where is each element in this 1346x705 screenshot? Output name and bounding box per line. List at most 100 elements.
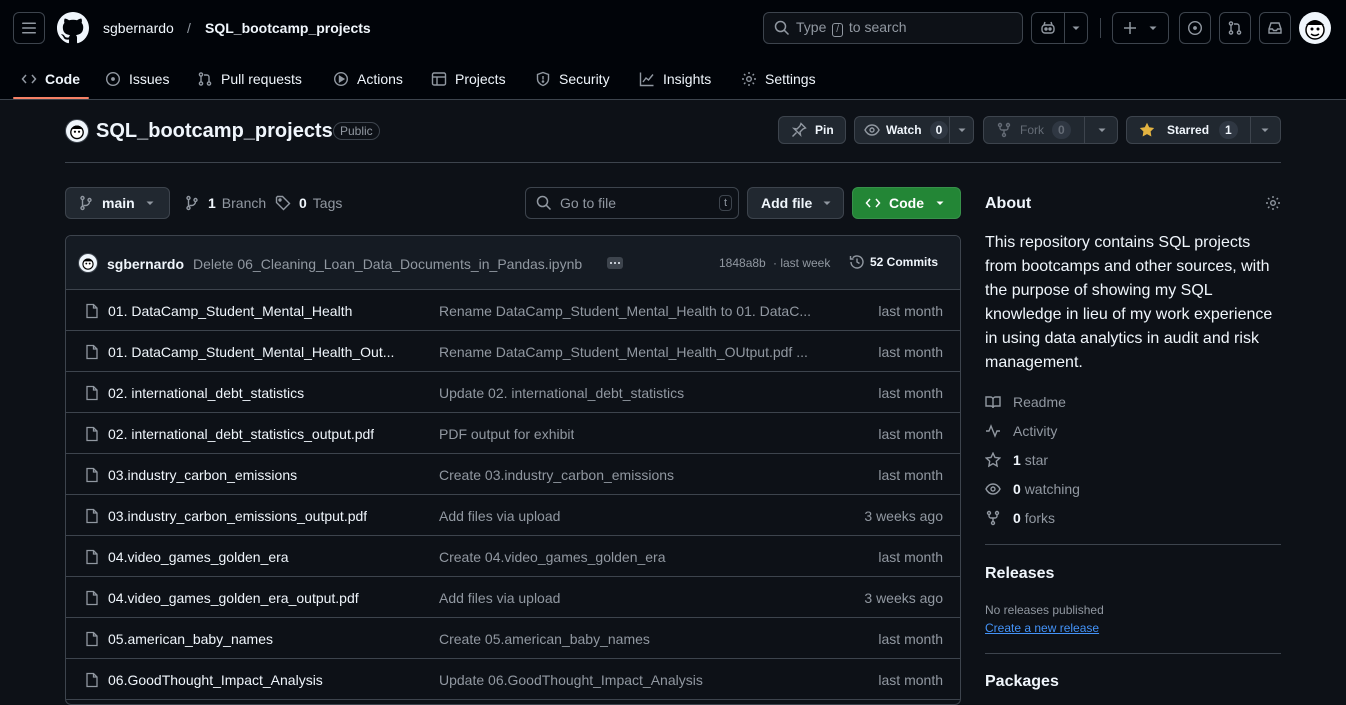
file-name[interactable]: 02. international_debt_statistics — [108, 384, 304, 402]
table-row[interactable]: 05.american_baby_names Create 05.america… — [66, 618, 960, 659]
go-to-file-input[interactable]: Go to file t — [525, 187, 739, 219]
tab-security[interactable]: Security — [535, 58, 610, 100]
commits-link[interactable]: 52 Commits — [849, 254, 938, 270]
table-row[interactable]: 03.industry_carbon_emissions Create 03.i… — [66, 454, 960, 495]
table-row[interactable]: 01. DataCamp_Student_Mental_Health Renam… — [66, 290, 960, 331]
tags-count: 0 — [299, 195, 307, 211]
table-row[interactable]: 02. international_debt_statistics Update… — [66, 372, 960, 413]
commit-expand-button[interactable] — [607, 257, 623, 269]
tab-issues[interactable]: Issues — [105, 58, 169, 100]
file-commit-message[interactable]: Create 04.video_games_golden_era — [439, 548, 666, 566]
file-name[interactable]: 01. DataCamp_Student_Mental_Health_Out..… — [108, 343, 394, 361]
create-new-button[interactable] — [1112, 12, 1169, 44]
file-name[interactable]: 04.video_games_golden_era — [108, 548, 289, 566]
fork-label: Fork — [1020, 123, 1044, 137]
copilot-button[interactable] — [1031, 12, 1088, 44]
tab-settings[interactable]: Settings — [741, 58, 816, 100]
code-button[interactable]: Code — [852, 187, 961, 219]
file-commit-message[interactable]: Add files via upload — [439, 589, 560, 607]
branch-icon — [186, 195, 198, 211]
file-commit-message[interactable]: Update 02. international_debt_statistics — [439, 384, 684, 402]
graph-icon — [639, 72, 654, 87]
table-row[interactable]: 02. international_debt_statistics_output… — [66, 413, 960, 454]
chevron-down-icon[interactable] — [956, 124, 968, 136]
table-row[interactable]: 04.video_games_golden_era_output.pdf Add… — [66, 577, 960, 618]
releases-title[interactable]: Releases — [985, 564, 1054, 584]
tags-link[interactable]: 0 Tags — [275, 195, 342, 211]
fork-button[interactable]: Fork 0 — [983, 116, 1118, 144]
packages-title[interactable]: Packages — [985, 672, 1059, 692]
search-icon — [536, 195, 552, 211]
commit-sha[interactable]: 1848a8b — [719, 255, 766, 271]
table-icon — [431, 72, 447, 86]
file-commit-message[interactable]: Rename DataCamp_Student_Mental_Health_OU… — [439, 343, 808, 361]
tab-code[interactable]: Code — [21, 58, 80, 100]
pull-requests-button[interactable] — [1219, 12, 1251, 44]
watchers-link[interactable]: 0 watching — [985, 479, 1080, 499]
user-avatar[interactable] — [1299, 12, 1331, 44]
file-name[interactable]: 01. DataCamp_Student_Mental_Health — [108, 302, 352, 320]
pin-button[interactable]: Pin — [778, 116, 846, 144]
starred-button[interactable]: Starred 1 — [1126, 116, 1281, 144]
file-icon — [86, 426, 98, 442]
file-icon — [86, 631, 98, 647]
table-row[interactable]: 06.GoodThought_Impact_Analysis Update 06… — [66, 659, 960, 700]
issues-button[interactable] — [1179, 12, 1211, 44]
gear-icon[interactable] — [1265, 195, 1281, 211]
chevron-down-icon — [1149, 26, 1157, 30]
commit-author-avatar[interactable] — [78, 253, 98, 273]
table-row[interactable]: 03.industry_carbon_emissions_output.pdf … — [66, 495, 960, 536]
inbox-button[interactable] — [1259, 12, 1291, 44]
watch-button[interactable]: Watch 0 — [854, 116, 974, 144]
table-row[interactable]: 01. DataCamp_Student_Mental_Health_Out..… — [66, 331, 960, 372]
file-commit-message[interactable]: Create 03.industry_carbon_emissions — [439, 466, 674, 484]
branch-name: main — [102, 195, 135, 211]
activity-link[interactable]: Activity — [985, 421, 1057, 441]
file-commit-message[interactable]: Update 06.GoodThought_Impact_Analysis — [439, 671, 703, 689]
file-name[interactable]: 03.industry_carbon_emissions_output.pdf — [108, 507, 367, 525]
inbox-icon — [1268, 22, 1282, 34]
commit-message[interactable]: Delete 06_Cleaning_Loan_Data_Documents_i… — [193, 255, 582, 273]
pull-request-icon — [1228, 21, 1242, 35]
file-name[interactable]: 03.industry_carbon_emissions — [108, 466, 297, 484]
file-name[interactable]: 04.video_games_golden_era_output.pdf — [108, 589, 359, 607]
pulse-icon — [986, 424, 1000, 438]
tab-projects[interactable]: Projects — [431, 58, 506, 100]
branches-link[interactable]: 1 Branch — [184, 195, 266, 211]
file-name[interactable]: 05.american_baby_names — [108, 630, 273, 648]
create-release-link[interactable]: Create a new release — [985, 620, 1099, 636]
github-logo-icon[interactable] — [57, 12, 89, 44]
file-commit-message[interactable]: Create 05.american_baby_names — [439, 630, 650, 648]
branch-select[interactable]: main — [65, 187, 170, 219]
pin-label: Pin — [815, 123, 834, 137]
file-name[interactable]: 06.GoodThought_Impact_Analysis — [108, 671, 323, 689]
breadcrumb-repo[interactable]: SQL_bootcamp_projects — [205, 19, 371, 37]
menu-button[interactable] — [13, 12, 45, 44]
forks-link[interactable]: 0 forks — [985, 508, 1055, 528]
watching-count: 0 — [1013, 481, 1021, 497]
owner-avatar[interactable] — [65, 119, 89, 143]
tab-pull-requests[interactable]: Pull requests — [197, 58, 302, 100]
commit-time: · last week — [773, 256, 831, 270]
readme-link[interactable]: Readme — [985, 392, 1066, 412]
add-file-button[interactable]: Add file — [747, 187, 844, 219]
file-icon — [86, 303, 98, 319]
commit-author[interactable]: sgbernardo — [107, 255, 184, 273]
go-to-file-shortcut: t — [718, 195, 732, 211]
tag-icon — [275, 195, 291, 211]
chevron-down-icon[interactable] — [1259, 124, 1271, 136]
global-search-input[interactable]: Type / to search — [763, 12, 1023, 44]
file-commit-message[interactable]: PDF output for exhibit — [439, 425, 574, 443]
file-date: last month — [878, 672, 943, 688]
tab-insights[interactable]: Insights — [639, 58, 711, 100]
breadcrumb-owner[interactable]: sgbernardo — [103, 19, 174, 37]
file-commit-message[interactable]: Rename DataCamp_Student_Mental_Health to… — [439, 302, 811, 320]
repo-title[interactable]: SQL_bootcamp_projects — [96, 119, 333, 143]
file-name[interactable]: 02. international_debt_statistics_output… — [108, 425, 374, 443]
table-row[interactable]: 04.video_games_golden_era Create 04.vide… — [66, 536, 960, 577]
file-commit-message[interactable]: Add files via upload — [439, 507, 560, 525]
tab-actions[interactable]: Actions — [333, 58, 403, 100]
chevron-down-icon[interactable] — [1096, 124, 1108, 136]
tags-label: Tags — [312, 195, 343, 211]
stars-link[interactable]: 1 star — [985, 450, 1048, 470]
